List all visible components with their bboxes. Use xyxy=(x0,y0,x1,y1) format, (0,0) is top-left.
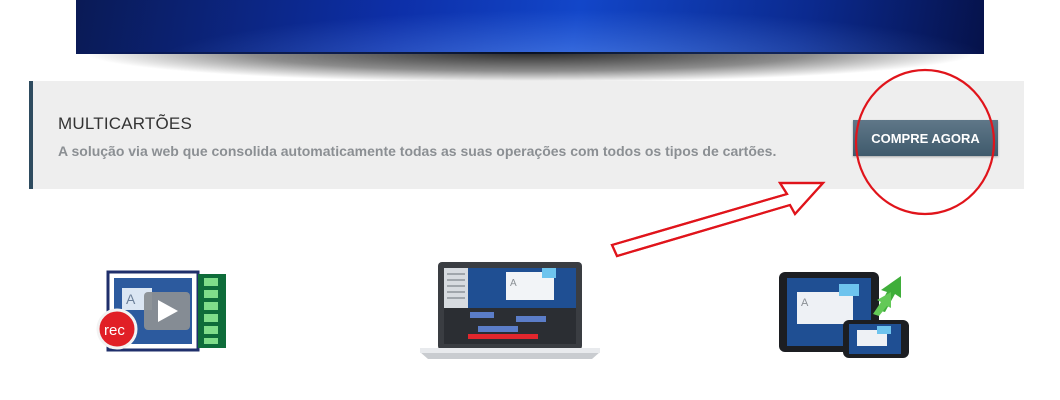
tablet-glyph: A xyxy=(801,297,809,309)
record-glyph: A xyxy=(126,291,136,307)
buy-now-button[interactable]: COMPRE AGORA xyxy=(853,120,998,156)
callout-title: MULTICARTÕES xyxy=(58,114,193,133)
laptop-glyph: A xyxy=(510,278,517,289)
hero-banner-shadow xyxy=(90,52,970,82)
hero-banner-image xyxy=(76,0,984,54)
tablet-phone-share-icon: A xyxy=(779,272,909,358)
laptop-editor-icon: A xyxy=(420,262,600,359)
rec-badge: rec xyxy=(104,322,125,339)
annotation-arrow xyxy=(610,181,826,258)
video-record-icon: A rec xyxy=(96,270,226,352)
callout-subtitle: A solução via web que consolida automati… xyxy=(58,143,777,159)
product-callout: MULTICARTÕES A solução via web que conso… xyxy=(29,81,1024,189)
